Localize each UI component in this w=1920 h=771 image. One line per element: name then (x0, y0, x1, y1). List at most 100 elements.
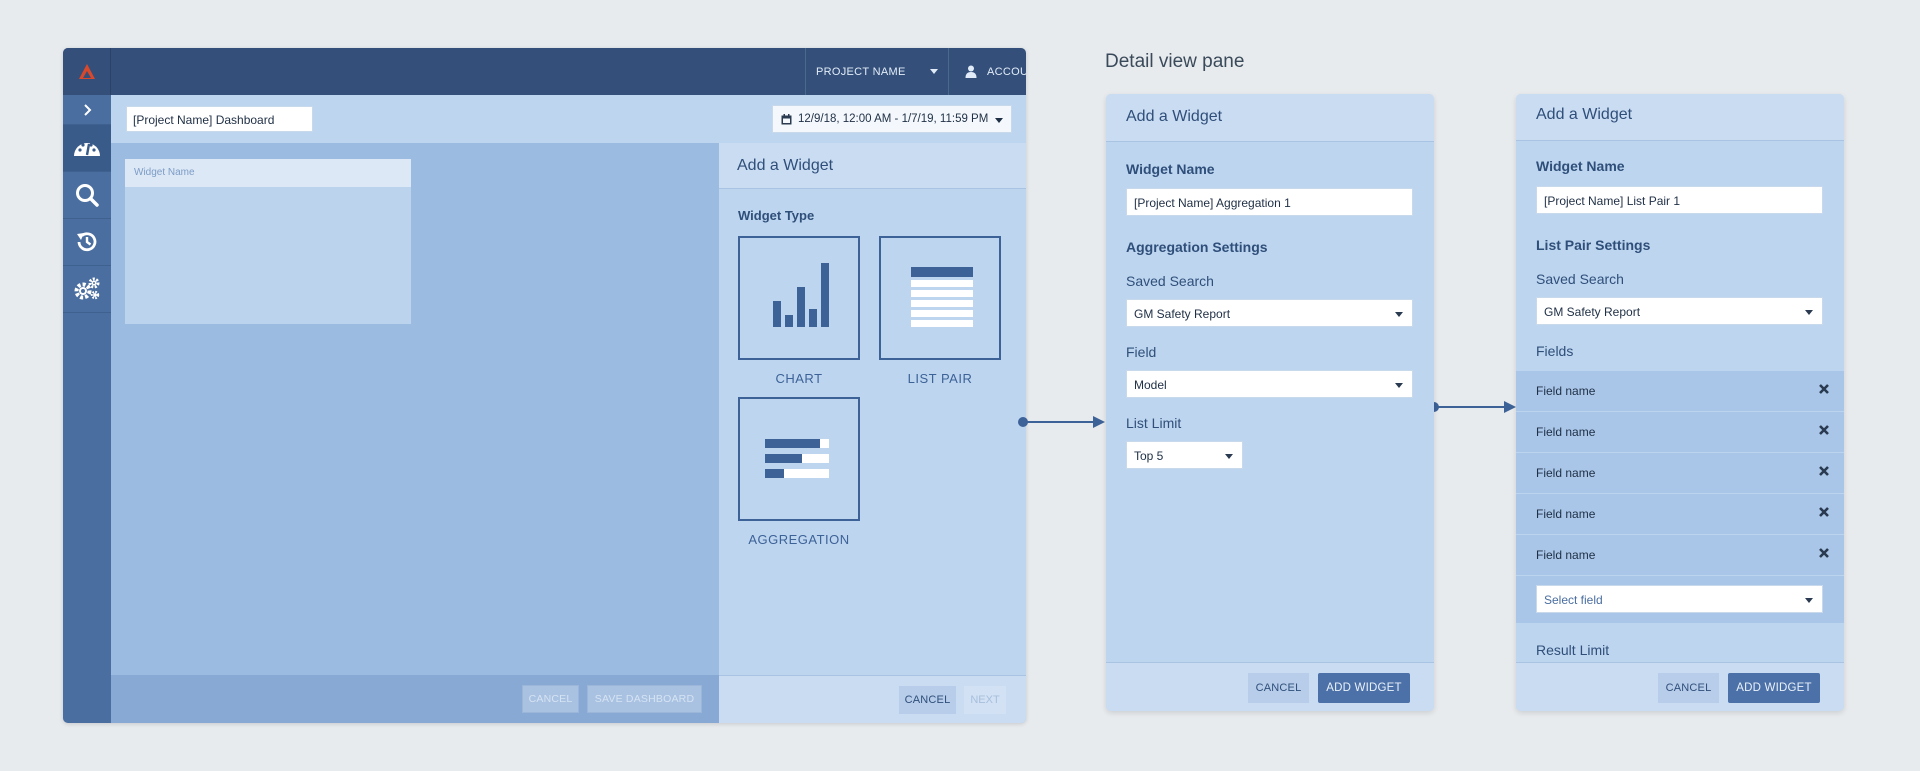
select-field-dropdown[interactable]: Select field (1536, 585, 1823, 613)
chevron-down-icon (1225, 454, 1233, 459)
result-limit-label: Result Limit (1536, 642, 1610, 658)
list-pair-cancel-button[interactable]: CANCEL (1658, 673, 1719, 703)
aggregation-settings-label: Aggregation Settings (1126, 239, 1268, 255)
top-bar: PROJECT NAME ACCOUNT (111, 48, 1026, 95)
chevron-down-icon (1805, 598, 1813, 603)
list-icon (911, 267, 973, 327)
save-dashboard-button[interactable]: SAVE DASHBOARD (587, 685, 702, 713)
widget-name-label: Widget Name (1536, 158, 1625, 174)
widget-name-input[interactable]: [Project Name] List Pair 1 (1536, 186, 1823, 214)
field-row: Field name (1516, 412, 1844, 453)
list-pair-settings-label: List Pair Settings (1536, 237, 1651, 253)
saved-search-label: Saved Search (1126, 273, 1214, 289)
project-selector-label: PROJECT NAME (816, 65, 906, 78)
project-selector[interactable]: PROJECT NAME (805, 48, 948, 95)
field-value: Model (1134, 378, 1167, 392)
field-row-label: Field name (1536, 384, 1596, 398)
list-pair-panel-title: Add a Widget (1516, 94, 1844, 141)
detail-view-title: Detail view pane (1105, 51, 1245, 72)
dashboard-toolbar: [Project Name] Dashboard 12/9/18, 12:00 … (111, 95, 1026, 143)
list-pair-panel-footer: CANCEL ADD WIDGET (1516, 662, 1844, 711)
chevron-down-icon (1395, 312, 1403, 317)
field-row: Field name (1516, 371, 1844, 412)
field-select[interactable]: Model (1126, 370, 1413, 398)
user-icon (965, 65, 977, 78)
saved-search-value: GM Safety Report (1134, 307, 1231, 321)
list-limit-value: Top 5 (1134, 449, 1164, 463)
date-range-value: 12/9/18, 12:00 AM - 1/7/19, 11:59 PM (798, 113, 989, 125)
close-icon[interactable] (1818, 424, 1830, 436)
saved-search-label: Saved Search (1536, 271, 1624, 287)
flow-arrow-1 (1018, 416, 1105, 428)
aggregation-cancel-button[interactable]: CANCEL (1248, 673, 1309, 703)
select-field-placeholder: Select field (1544, 593, 1603, 607)
dashboard-footer: CANCEL SAVE DASHBOARD (111, 675, 719, 723)
history-icon (77, 232, 97, 252)
account-menu-label: ACCOUNT (987, 65, 1026, 78)
widget-name-input[interactable]: [Project Name] Aggregation 1 (1126, 188, 1413, 216)
add-widget-pane-title: Add a Widget (719, 143, 1026, 189)
sidebar-item-search[interactable] (63, 172, 111, 219)
sidebar-item-settings[interactable] (63, 266, 111, 313)
account-menu[interactable]: ACCOUNT (948, 48, 1026, 95)
aggregation-panel-title: Add a Widget (1106, 94, 1434, 142)
calendar-icon (781, 113, 792, 124)
logo[interactable] (63, 48, 111, 95)
search-icon (76, 184, 99, 207)
widget-type-chart-label: CHART (775, 371, 823, 386)
field-row-label: Field name (1536, 548, 1596, 562)
list-pair-add-widget-button[interactable]: ADD WIDGET (1728, 673, 1820, 703)
saved-search-select[interactable]: GM Safety Report (1536, 297, 1823, 325)
sidebar (63, 48, 111, 723)
saved-search-select[interactable]: GM Safety Report (1126, 299, 1413, 327)
chevron-down-icon (995, 118, 1003, 123)
aggregation-settings-panel: Add a Widget Widget Name [Project Name] … (1106, 94, 1434, 711)
dashboard-gauge-icon (74, 143, 100, 156)
field-row: Field name (1516, 535, 1844, 576)
list-limit-label: List Limit (1126, 415, 1182, 431)
aggregation-panel-footer: CANCEL ADD WIDGET (1106, 662, 1434, 711)
add-widget-pane-footer: CANCEL NEXT (719, 675, 1026, 723)
add-widget-cancel-button[interactable]: CANCEL (899, 686, 956, 714)
chevron-down-icon (930, 69, 938, 74)
aggregation-add-widget-button[interactable]: ADD WIDGET (1318, 673, 1410, 703)
widget-type-list-pair-label: LIST PAIR (907, 371, 973, 386)
field-label: Field (1126, 344, 1157, 360)
widget-placeholder[interactable]: Widget Name (125, 159, 411, 324)
dashboard-cancel-button[interactable]: CANCEL (522, 685, 579, 713)
select-field-row: Select field (1516, 576, 1844, 623)
widget-name-label: Widget Name (1126, 161, 1215, 177)
widget-type-chart[interactable] (738, 236, 860, 360)
date-range-picker[interactable]: 12/9/18, 12:00 AM - 1/7/19, 11:59 PM (772, 105, 1012, 133)
aggregation-bars-icon (765, 439, 829, 478)
close-icon[interactable] (1818, 383, 1830, 395)
close-icon[interactable] (1818, 506, 1830, 518)
fields-label: Fields (1536, 343, 1574, 359)
close-icon[interactable] (1818, 465, 1830, 477)
settings-gears-icon (74, 277, 100, 300)
widget-type-aggregation[interactable] (738, 397, 860, 521)
field-row-label: Field name (1536, 425, 1596, 439)
field-row: Field name (1516, 494, 1844, 535)
widget-type-aggregation-label: AGGREGATION (748, 532, 850, 547)
field-row: Field name (1516, 453, 1844, 494)
widget-title: Widget Name (125, 159, 411, 187)
field-row-label: Field name (1536, 507, 1596, 521)
widget-type-label: Widget Type (738, 208, 815, 223)
logo-icon (78, 63, 95, 79)
list-pair-settings-panel: Add a Widget Widget Name [Project Name] … (1516, 94, 1844, 711)
dashboard-name-input[interactable]: [Project Name] Dashboard (126, 106, 313, 132)
bar-chart-icon (773, 263, 829, 327)
dashboard-canvas: Widget Name (111, 143, 719, 675)
app-window: PROJECT NAME ACCOUNT [Project Name] Dash… (63, 48, 1026, 723)
widget-type-list-pair[interactable] (879, 236, 1001, 360)
close-icon[interactable] (1818, 547, 1830, 559)
sidebar-item-dashboard[interactable] (63, 125, 111, 172)
sidebar-expand-button[interactable] (63, 95, 111, 125)
chevron-down-icon (1395, 383, 1403, 388)
next-button[interactable]: NEXT (964, 686, 1006, 714)
saved-search-value: GM Safety Report (1544, 305, 1641, 319)
list-limit-select[interactable]: Top 5 (1126, 441, 1243, 469)
sidebar-item-history[interactable] (63, 219, 111, 266)
chevron-down-icon (1805, 310, 1813, 315)
